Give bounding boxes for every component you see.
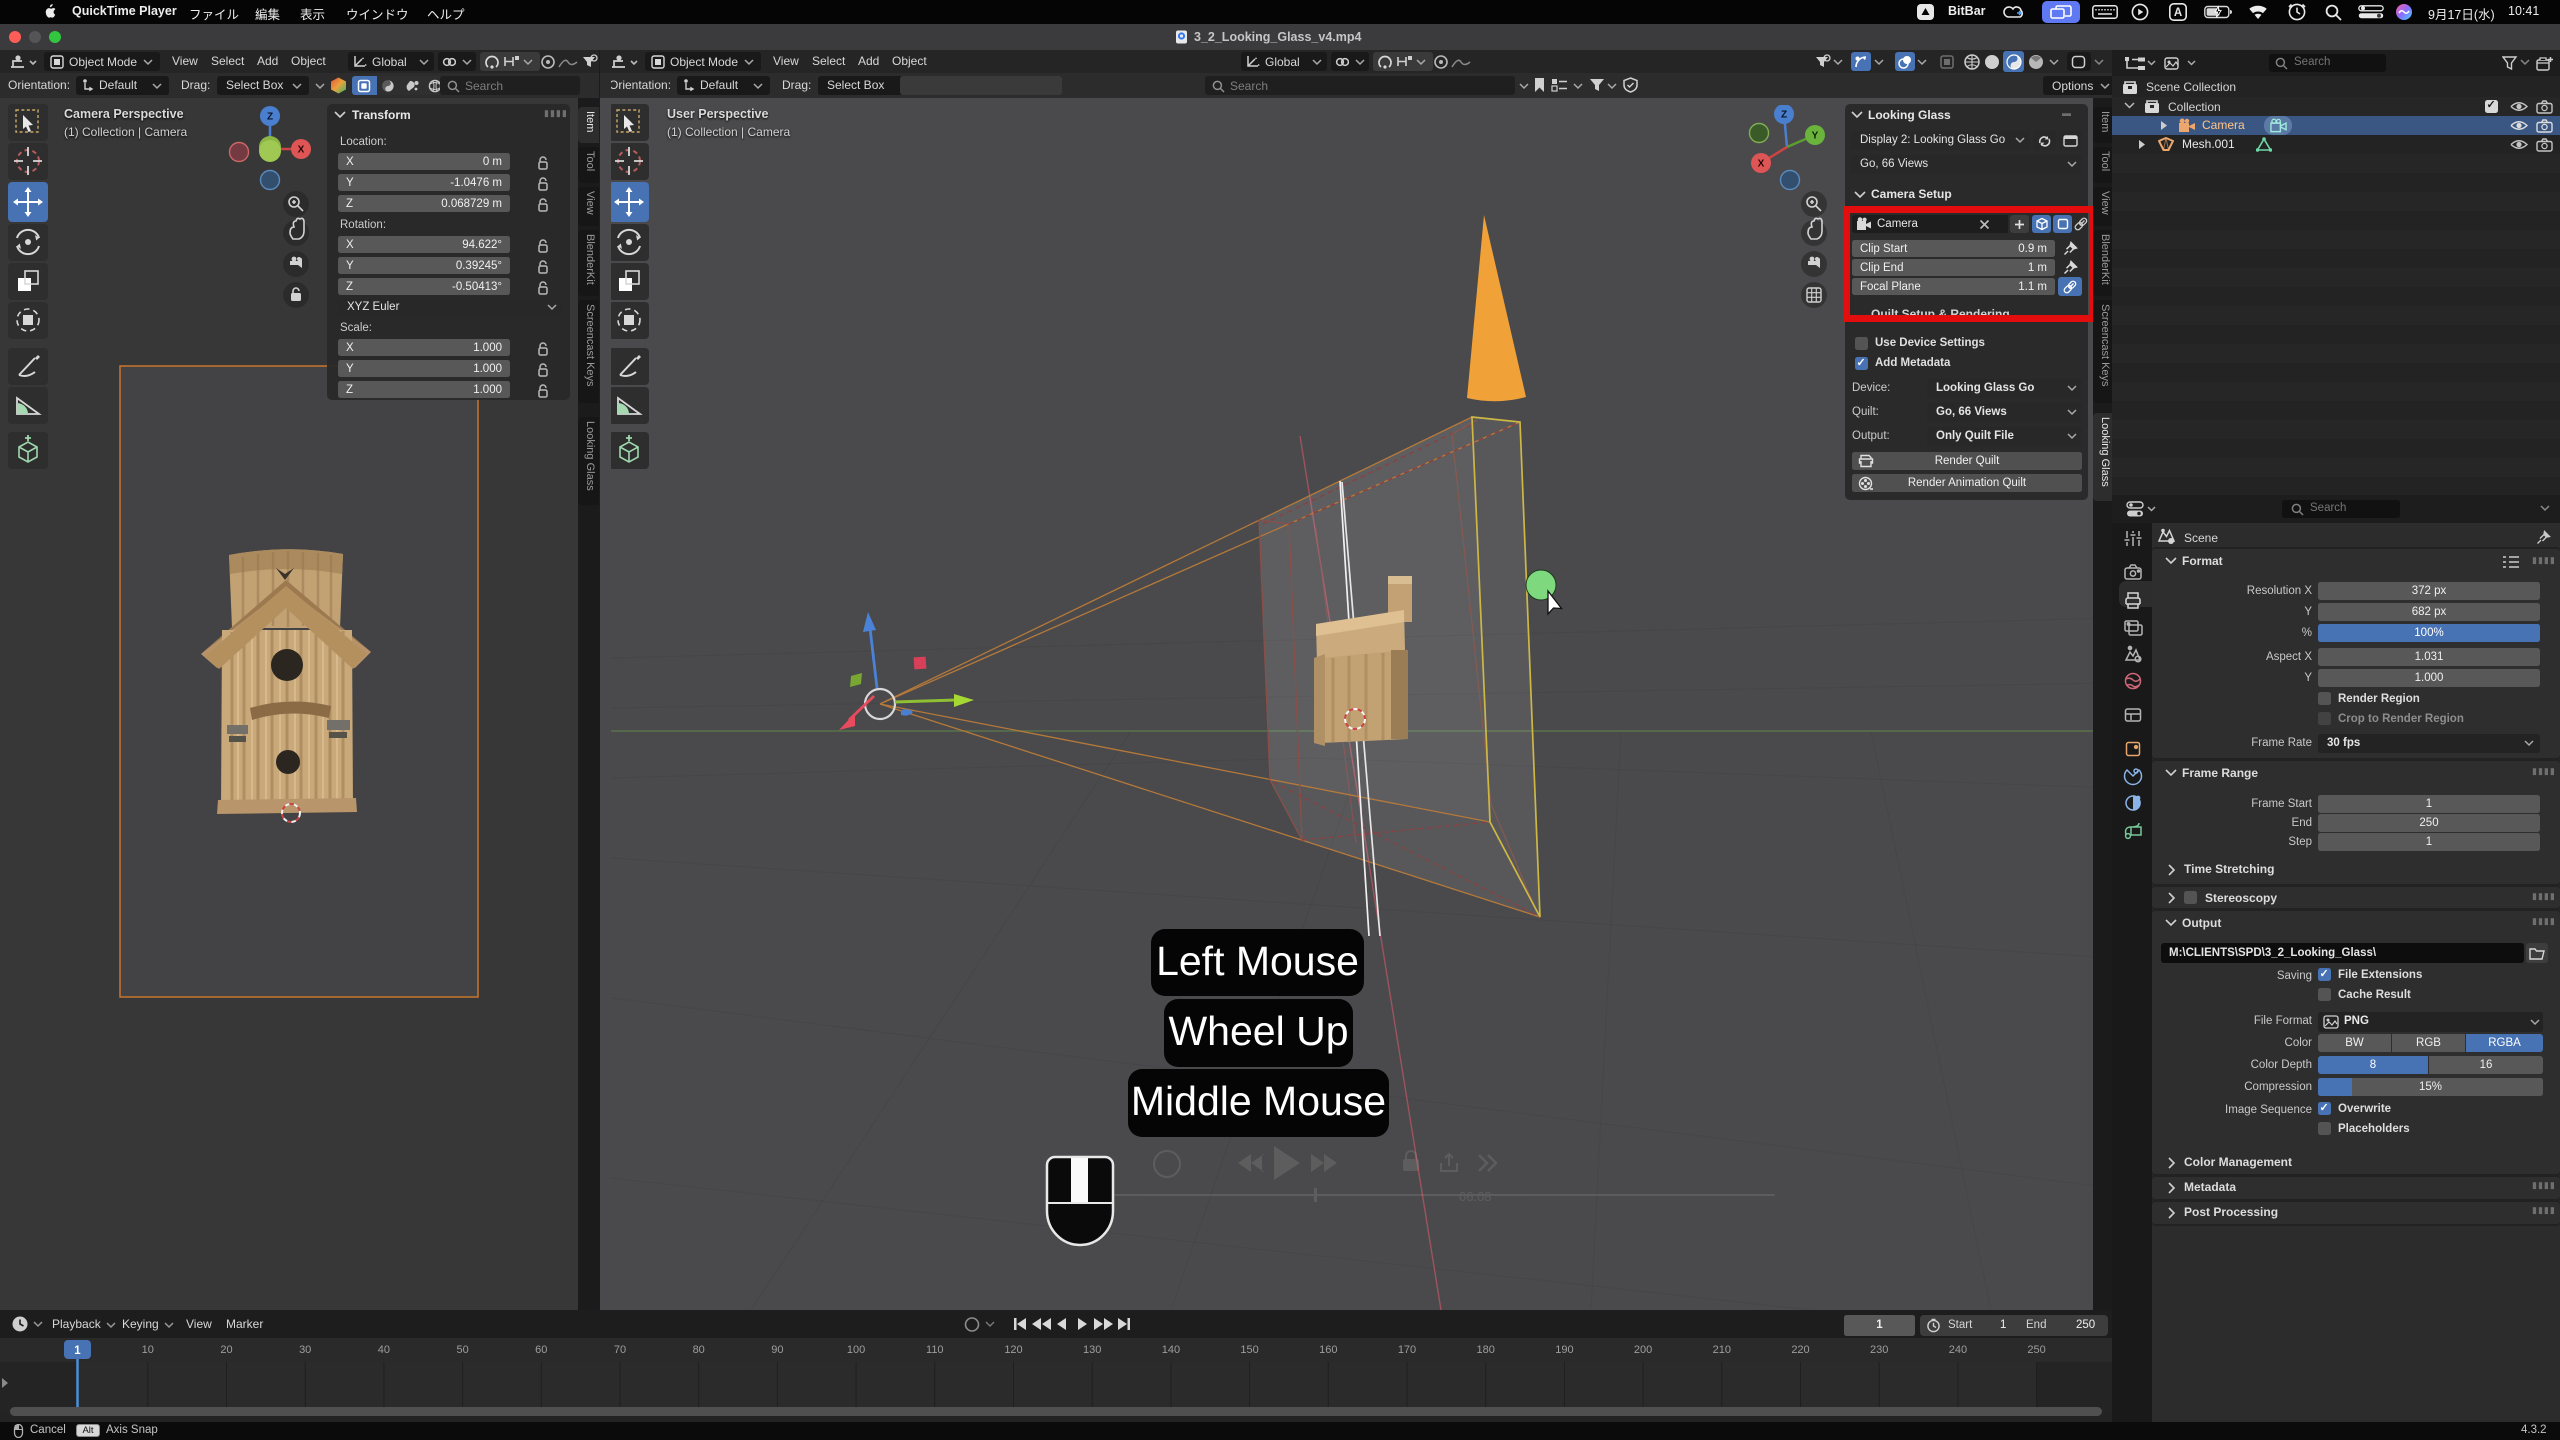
svg-text:250: 250 [2027,1344,2045,1356]
svg-text:240: 240 [1949,1344,1967,1356]
svg-text:170: 170 [1398,1344,1416,1356]
svg-text:90: 90 [771,1344,783,1356]
svg-text:50: 50 [456,1344,468,1356]
svg-text:150: 150 [1240,1344,1258,1356]
svg-text:130: 130 [1083,1344,1101,1356]
svg-text:220: 220 [1791,1344,1809,1356]
svg-text:100: 100 [847,1344,865,1356]
svg-text:1: 1 [74,1345,81,1357]
svg-text:30: 30 [299,1344,311,1356]
svg-text:X: X [298,145,305,156]
svg-text:140: 140 [1162,1344,1180,1356]
svg-text:200: 200 [1634,1344,1652,1356]
svg-text:Z: Z [1781,110,1787,121]
svg-text:180: 180 [1477,1344,1495,1356]
svg-text:230: 230 [1870,1344,1888,1356]
svg-text:10: 10 [142,1344,154,1356]
svg-text:06:08: 06:08 [1459,1189,1492,1204]
svg-text:120: 120 [1004,1344,1022,1356]
svg-text:110: 110 [926,1344,944,1356]
svg-text:20: 20 [220,1344,232,1356]
svg-text:210: 210 [1713,1344,1731,1356]
svg-text:80: 80 [693,1344,705,1356]
svg-text:190: 190 [1555,1344,1573,1356]
svg-text:40: 40 [378,1344,390,1356]
svg-text:60: 60 [535,1344,547,1356]
svg-text:X: X [1758,159,1765,170]
svg-text:A: A [2174,7,2182,19]
svg-text:Z: Z [267,112,273,123]
svg-text:160: 160 [1319,1344,1337,1356]
svg-text:70: 70 [614,1344,626,1356]
